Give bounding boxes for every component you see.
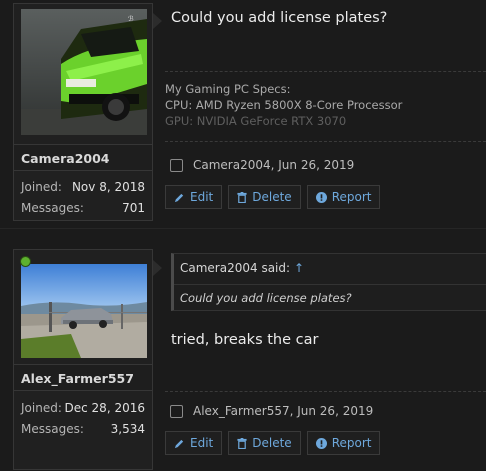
report-button[interactable]: Report	[306, 431, 381, 455]
svg-text:ℬ: ℬ	[128, 15, 134, 23]
post-1: ℬ Camera2004 Joined: Nov 8, 2018 Message…	[0, 0, 486, 228]
message-body: Could you add license plates?	[171, 10, 388, 26]
speech-arrow	[153, 260, 162, 276]
edit-button[interactable]: Edit	[165, 431, 223, 455]
delete-button[interactable]: Delete	[228, 431, 301, 455]
post-2: Alex_Farmer557 Joined: Dec 28, 2016 Mess…	[0, 238, 486, 471]
username[interactable]: Alex_Farmer557	[14, 364, 152, 391]
meta-divider	[165, 141, 486, 142]
joined-label: Joined:	[21, 401, 62, 415]
report-icon	[315, 437, 327, 449]
trash-icon	[237, 437, 247, 449]
delete-label: Delete	[252, 436, 292, 450]
report-icon	[315, 191, 327, 203]
quote-block: Camera2004 said: ↑ Could you add license …	[171, 253, 486, 311]
edit-label: Edit	[190, 190, 214, 204]
username[interactable]: Camera2004	[14, 144, 152, 171]
signature-line: My Gaming PC Specs:	[165, 82, 291, 96]
online-indicator	[20, 256, 31, 267]
messages-count: 701	[122, 201, 145, 215]
post-author-date[interactable]: Alex_Farmer557, Jun 26, 2019	[193, 404, 373, 418]
meta-divider	[165, 391, 486, 392]
post-actions: Edit Delete Report	[165, 185, 381, 209]
select-checkbox[interactable]	[170, 158, 183, 172]
quote-jump-icon[interactable]: ↑	[294, 261, 304, 275]
edit-button[interactable]: Edit	[165, 185, 223, 209]
quote-header: Camera2004 said: ↑	[180, 261, 304, 275]
post-actions: Edit Delete Report	[165, 431, 381, 455]
messages-label: Messages:	[21, 201, 84, 215]
signature: My Gaming PC Specs: CPU: AMD Ryzen 5800X…	[165, 81, 402, 129]
signature-divider	[165, 71, 486, 72]
signature-line: CPU: AMD Ryzen 5800X 8-Core Processor	[165, 98, 403, 112]
signature-line: GPU: NVIDIA GeForce RTX 3070	[165, 114, 347, 128]
joined-date: Nov 8, 2018	[71, 180, 145, 194]
post-author-date[interactable]: Camera2004, Jun 26, 2019	[193, 158, 354, 172]
avatar-image: ℬ	[21, 9, 147, 135]
message-body: tried, breaks the car	[171, 332, 319, 348]
report-label: Report	[331, 190, 372, 204]
joined-label: Joined:	[21, 180, 62, 194]
quote-text: Could you add license plates?	[180, 291, 352, 305]
quote-divider	[174, 284, 486, 285]
avatar[interactable]	[21, 264, 147, 358]
messages-count: 3,534	[110, 422, 145, 436]
quote-author[interactable]: Camera2004 said:	[180, 261, 290, 275]
trash-icon	[237, 191, 247, 203]
select-checkbox[interactable]	[170, 404, 183, 418]
pencil-icon	[174, 193, 184, 202]
joined-date: Dec 28, 2016	[64, 401, 145, 415]
edit-label: Edit	[190, 436, 214, 450]
pencil-icon	[174, 439, 184, 448]
avatar[interactable]: ℬ	[21, 9, 147, 135]
report-button[interactable]: Report	[306, 185, 381, 209]
user-card: Alex_Farmer557 Joined: Dec 28, 2016 Mess…	[13, 249, 153, 470]
user-card: ℬ Camera2004 Joined: Nov 8, 2018 Message…	[13, 3, 153, 221]
post-meta: Alex_Farmer557, Jun 26, 2019	[170, 404, 373, 418]
post-meta: Camera2004, Jun 26, 2019	[170, 158, 354, 172]
delete-button[interactable]: Delete	[228, 185, 301, 209]
messages-label: Messages:	[21, 422, 84, 436]
avatar-image	[21, 264, 147, 358]
delete-label: Delete	[252, 190, 292, 204]
report-label: Report	[331, 436, 372, 450]
speech-arrow	[153, 13, 162, 29]
